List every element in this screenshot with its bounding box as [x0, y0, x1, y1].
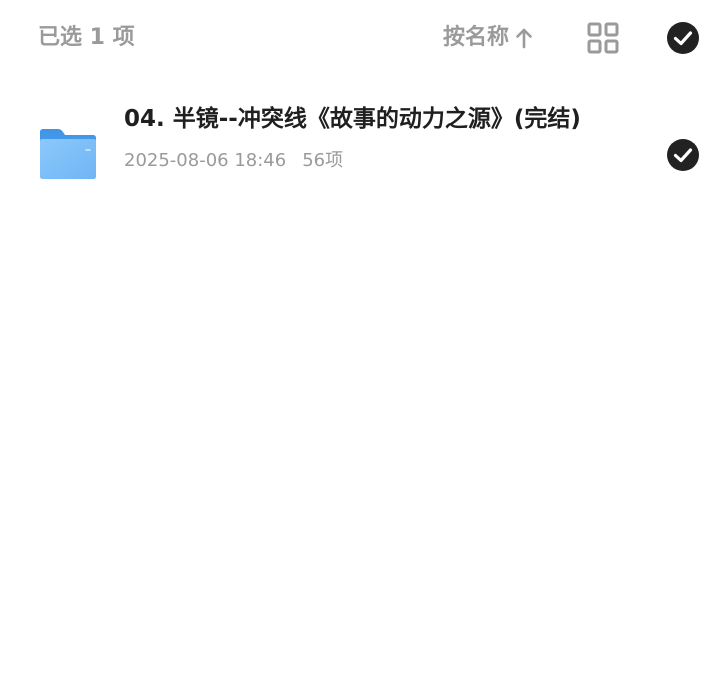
row-check-icon[interactable]	[666, 138, 700, 172]
sort-by-name-button[interactable]: 按名称	[443, 22, 533, 54]
arrow-up-icon	[516, 28, 532, 49]
file-name: 04. 半镜--冲突线《故事的动力之源》(完结)	[124, 106, 581, 132]
file-item-count: 56项	[302, 150, 344, 171]
file-info: 04. 半镜--冲突线《故事的动力之源》(完结) 2025-08-06 18:4…	[124, 102, 604, 174]
selected-count-label: 已选 1 项	[38, 25, 135, 50]
file-list: 04. 半镜--冲突线《故事的动力之源》(完结) 2025-08-06 18:4…	[0, 96, 714, 216]
grid-view-icon[interactable]	[586, 21, 620, 55]
file-date: 2025-08-06 18:46	[124, 150, 287, 171]
file-row[interactable]: 04. 半镜--冲突线《故事的动力之源》(完结) 2025-08-06 18:4…	[0, 96, 714, 216]
select-all-check-icon[interactable]	[666, 21, 700, 55]
file-meta: 2025-08-06 18:46 56项	[124, 148, 604, 174]
selection-header: 已选 1 项 按名称	[0, 0, 714, 78]
folder-icon	[40, 129, 96, 179]
sort-label: 按名称	[443, 25, 510, 50]
